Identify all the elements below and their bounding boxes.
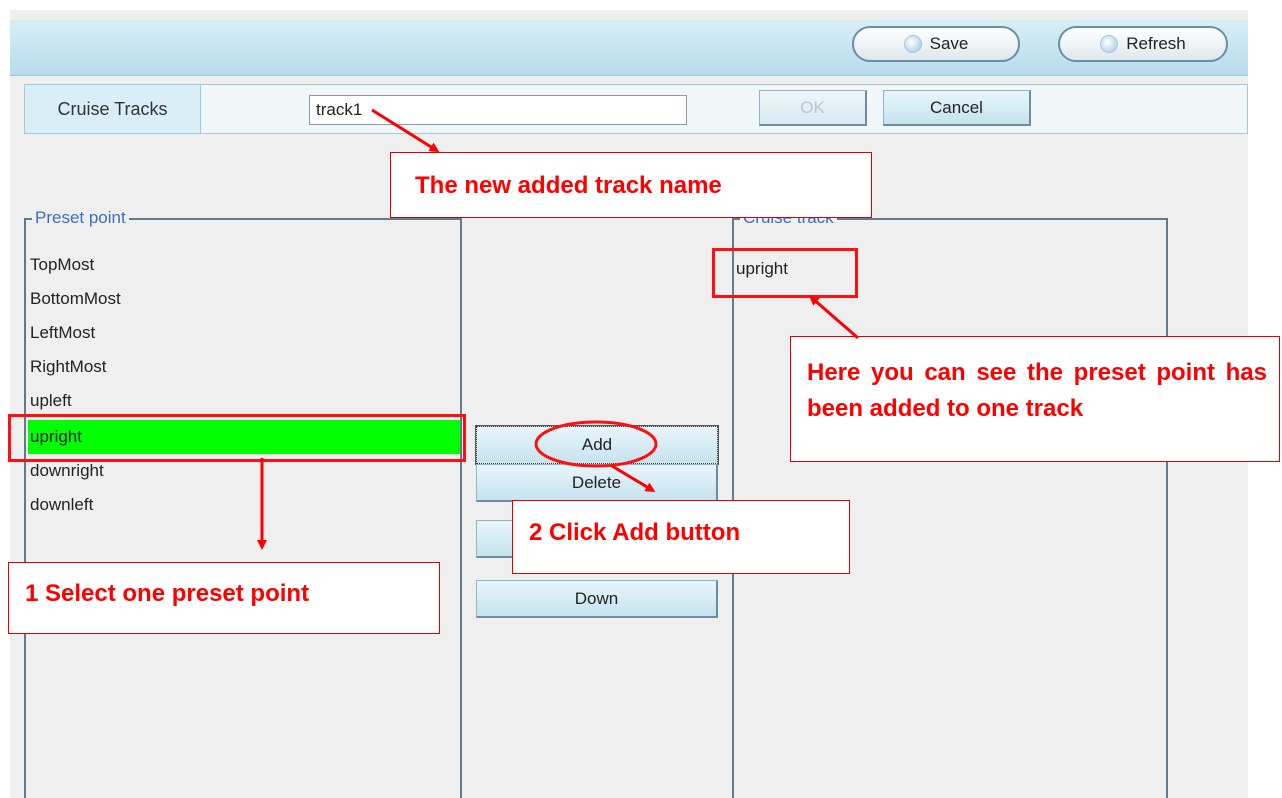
save-button[interactable]: Save bbox=[852, 26, 1020, 62]
preset-item-upleft[interactable]: upleft bbox=[28, 384, 460, 418]
preset-item-downleft[interactable]: downleft bbox=[28, 488, 460, 522]
cancel-button[interactable]: Cancel bbox=[883, 90, 1031, 126]
preset-added-callout: Here you can see the preset point has be… bbox=[790, 336, 1280, 462]
ok-button[interactable]: OK bbox=[759, 90, 867, 126]
preset-point-legend: Preset point bbox=[32, 208, 129, 228]
highlight-selected-preset bbox=[8, 414, 466, 462]
refresh-button[interactable]: Refresh bbox=[1058, 26, 1228, 62]
add-button[interactable]: Add bbox=[475, 425, 719, 465]
refresh-button-label: Refresh bbox=[1126, 34, 1186, 53]
step1-callout: 1 Select one preset point bbox=[8, 562, 440, 634]
cruise-tracks-label: Cruise Tracks bbox=[25, 85, 201, 133]
track-name-callout: The new added track name bbox=[390, 152, 872, 218]
step2-callout: 2 Click Add button bbox=[512, 500, 850, 574]
delete-button[interactable]: Delete bbox=[476, 464, 718, 502]
save-icon bbox=[903, 35, 922, 53]
track-name-input[interactable] bbox=[309, 95, 687, 125]
cruise-tracks-row: Cruise Tracks OK Cancel bbox=[24, 84, 1248, 134]
preset-item-topmost[interactable]: TopMost bbox=[28, 248, 460, 282]
preset-item-leftmost[interactable]: LeftMost bbox=[28, 316, 460, 350]
preset-item-bottommost[interactable]: BottomMost bbox=[28, 282, 460, 316]
save-button-label: Save bbox=[929, 34, 969, 53]
highlight-cruise-item bbox=[712, 248, 858, 298]
refresh-icon bbox=[1100, 35, 1119, 53]
down-button[interactable]: Down bbox=[476, 580, 718, 618]
preset-item-rightmost[interactable]: RightMost bbox=[28, 350, 460, 384]
